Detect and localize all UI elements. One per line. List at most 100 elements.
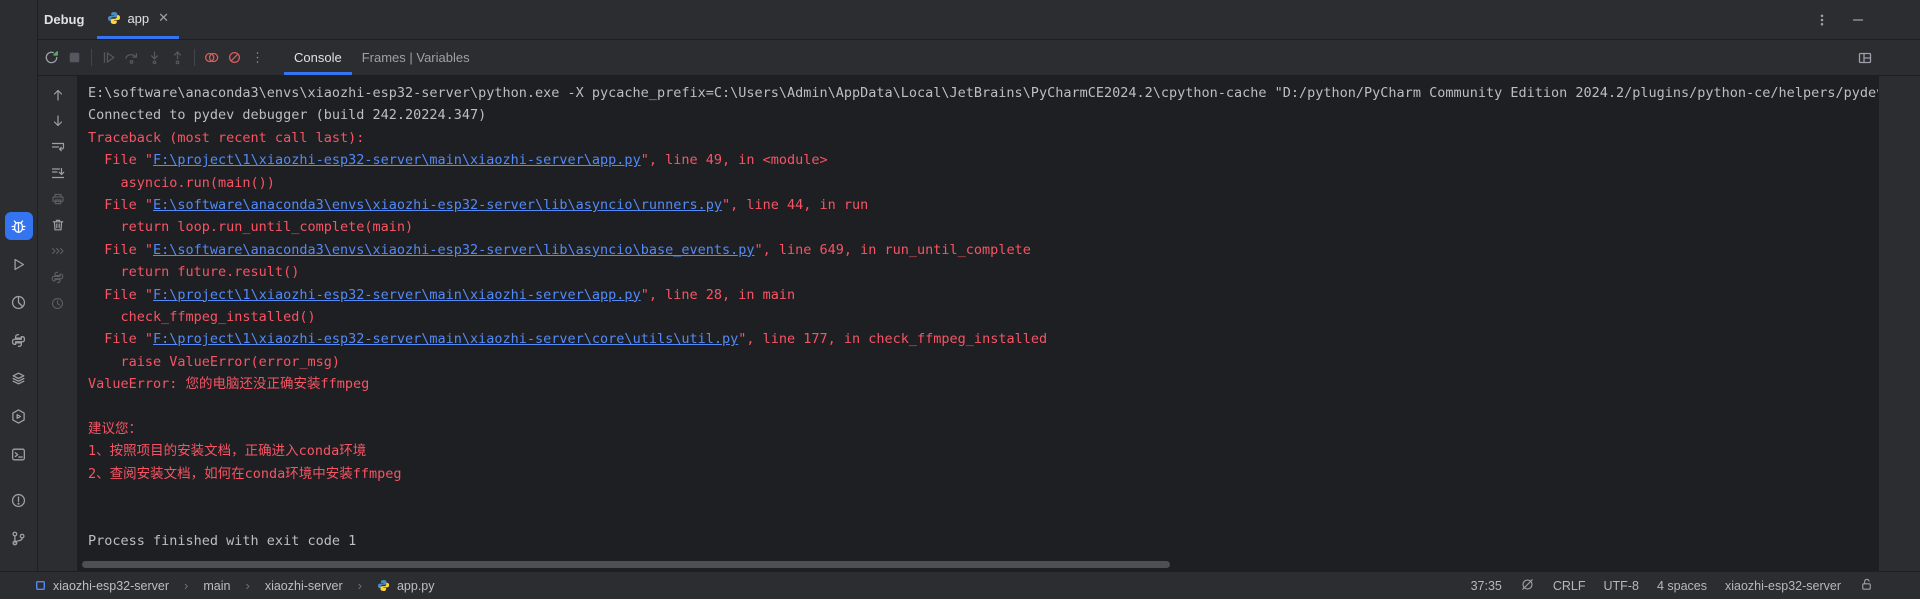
tab-frames-variables[interactable]: Frames | Variables [352,40,480,75]
console-output[interactable]: E:\software\anaconda3\envs\xiaozhi-esp32… [88,82,1878,552]
console-line: File "F:\project\1\xiaozhi-esp32-server\… [88,149,1878,171]
console-text-segment: ", line 28, in main [641,287,795,303]
console-text-segment: Traceback (most recent call last): [88,130,364,146]
console-line: return loop.run_until_complete(main) [88,216,1878,238]
soft-wrap-icon[interactable] [48,137,68,157]
console-text-segment: return future.result() [88,264,299,280]
console-text-segment: Process finished with exit code 1 [88,533,356,549]
console-line: check_ffmpeg_installed() [88,306,1878,328]
indent-setting[interactable]: 4 spaces [1657,579,1707,593]
resume-icon[interactable] [97,46,120,69]
lock-open-icon[interactable] [1859,577,1874,595]
stop-icon[interactable] [63,46,86,69]
console-line: Process finished with exit code 1 [88,530,1878,552]
toolbar-separator [194,49,195,66]
rerun-icon[interactable] [40,46,63,69]
caret-position[interactable]: 37:35 [1471,579,1502,593]
console-text-segment: File " [88,331,153,347]
console-text-segment: ", line 177, in check_ffmpeg_installed [738,331,1047,347]
stack-trace-file-link[interactable]: F:\project\1\xiaozhi-esp32-server\main\x… [153,152,641,168]
console-line: E:\software\anaconda3\envs\xiaozhi-esp32… [88,82,1878,104]
chevron-right-icon: › [358,578,362,593]
python-packages-icon[interactable] [5,402,33,430]
more-icon[interactable] [246,46,269,69]
console-line: return future.result() [88,261,1878,283]
stack-trace-file-link[interactable]: E:\software\anaconda3\envs\xiaozhi-esp32… [153,242,754,258]
line-separator[interactable]: CRLF [1553,579,1586,593]
python-icon [107,11,121,25]
hide-icon[interactable] [1848,10,1868,30]
file-encoding[interactable]: UTF-8 [1604,579,1639,593]
project-icon [35,580,46,591]
console-text-segment: File " [88,197,153,213]
console-text-segment: File " [88,287,153,303]
status-bar: xiaozhi-esp32-server › main › xiaozhi-se… [0,571,1920,599]
step-over-icon[interactable] [120,46,143,69]
history-icon[interactable] [48,293,68,313]
interpreter-name[interactable]: xiaozhi-esp32-server [1725,579,1841,593]
profiler-icon[interactable] [5,288,33,316]
more-chevrons-icon[interactable] [48,241,68,261]
more-icon[interactable] [1812,10,1832,30]
breadcrumb-item-server[interactable]: xiaozhi-server [265,579,343,593]
clear-all-icon[interactable] [48,215,68,235]
console-line: Traceback (most recent call last): [88,127,1878,149]
console-line: ValueError: 您的电脑还没正确安装ffmpeg [88,373,1878,395]
console-line [88,485,1878,507]
close-icon[interactable]: ✕ [158,10,169,26]
breadcrumb-item-file[interactable]: app.py [397,579,435,593]
console-text-segment: Connected to pydev debugger (build 242.2… [88,107,486,123]
console-line: asyncio.run(main()) [88,172,1878,194]
problems-icon[interactable] [5,486,33,514]
console-line: 建议您： [88,418,1878,440]
stack-trace-file-link[interactable]: E:\software\anaconda3\envs\xiaozhi-esp32… [153,197,722,213]
tab-app-session[interactable]: app ✕ [97,0,179,39]
scroll-to-end-icon[interactable] [48,163,68,183]
arrow-up-icon[interactable] [48,85,68,105]
step-out-icon[interactable] [166,46,189,69]
console-text-segment: ValueError: 您的电脑还没正确安装ffmpeg [88,376,369,392]
breadcrumb: xiaozhi-esp32-server › main › xiaozhi-se… [35,578,435,593]
right-toolwindow-strip [1878,76,1920,571]
console-line [88,395,1878,417]
tab-console[interactable]: Console [284,40,352,75]
console-line: 1、按照项目的安装文档，正确进入conda环境 [88,440,1878,462]
console-line: 2、查阅安装文档，如何在conda环境中安装ffmpeg [88,463,1878,485]
breadcrumb-item-project[interactable]: xiaozhi-esp32-server [53,579,169,593]
console-toolbar [38,76,78,571]
console-line: File "F:\project\1\xiaozhi-esp32-server\… [88,284,1878,306]
console-text-segment: ", line 44, in run [722,197,868,213]
step-into-icon[interactable] [143,46,166,69]
inspections-off-icon[interactable] [1520,577,1535,595]
console-text-segment: raise ValueError(error_msg) [88,354,340,370]
console-line: raise ValueError(error_msg) [88,351,1878,373]
terminal-icon[interactable] [5,440,33,468]
breadcrumb-item-main[interactable]: main [203,579,230,593]
print-icon[interactable] [48,189,68,209]
pycharm-debug-window: Debug app ✕ [0,0,1920,599]
arrow-down-icon[interactable] [48,111,68,131]
console-text-segment: asyncio.run(main()) [88,175,275,191]
run-icon[interactable] [5,250,33,278]
console-text-segment: File " [88,152,153,168]
debug-header: Debug app ✕ [38,0,1920,40]
layout-settings-icon[interactable] [1855,48,1875,68]
stack-trace-file-link[interactable]: F:\project\1\xiaozhi-esp32-server\main\x… [153,287,641,303]
mute-breakpoints-icon[interactable] [223,46,246,69]
version-control-icon[interactable] [5,524,33,552]
attach-python-icon[interactable] [48,267,68,287]
python-console-icon[interactable] [5,326,33,354]
view-breakpoints-icon[interactable] [200,46,223,69]
console-text-segment: ", line 49, in <module> [641,152,828,168]
console-text-segment: File " [88,242,153,258]
stack-trace-file-link[interactable]: F:\project\1\xiaozhi-esp32-server\main\x… [153,331,738,347]
console-text-segment: ", line 649, in run_until_complete [754,242,1030,258]
horizontal-scrollbar[interactable] [82,561,1170,568]
console-main: E:\software\anaconda3\envs\xiaozhi-esp32… [78,76,1878,571]
python-icon [377,579,390,592]
console-text-segment: 2、查阅安装文档，如何在conda环境中安装ffmpeg [88,466,402,482]
services-icon[interactable] [5,364,33,392]
debug-icon[interactable] [5,212,33,240]
toolwindow-title: Debug [44,12,84,27]
console-line: File "E:\software\anaconda3\envs\xiaozhi… [88,239,1878,261]
